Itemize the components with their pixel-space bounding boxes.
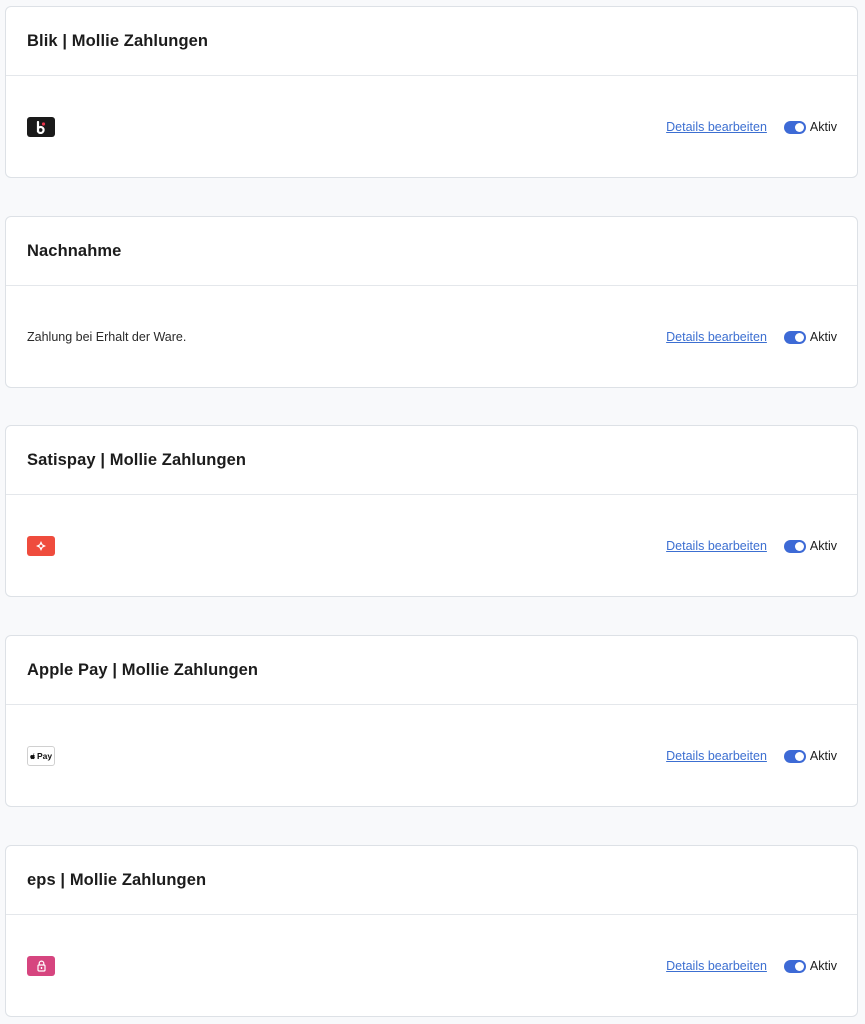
toggle-knob — [794, 961, 804, 971]
card-header: Satispay | Mollie Zahlungen — [6, 426, 857, 495]
card-header: Apple Pay | Mollie Zahlungen — [6, 636, 857, 705]
payment-method-title: eps | Mollie Zahlungen — [27, 870, 207, 889]
active-toggle[interactable] — [783, 749, 806, 763]
toggle-knob — [794, 122, 804, 132]
apple-icon — [30, 752, 35, 759]
apple-pay-logo-text: Pay — [36, 751, 53, 761]
edit-details-link[interactable]: Details bearbeiten — [666, 749, 767, 763]
card-header: eps | Mollie Zahlungen — [6, 846, 857, 915]
payment-method-title: Nachnahme — [27, 241, 122, 260]
payment-method-card-nachnahme: Nachnahme Zahlung bei Erhalt der Ware. D… — [5, 216, 858, 388]
active-toggle[interactable] — [783, 959, 806, 973]
edit-details-link[interactable]: Details bearbeiten — [666, 959, 767, 973]
payment-method-card-satispay: Satispay | Mollie Zahlungen Details bear… — [5, 425, 858, 597]
active-toggle-label: Aktiv — [809, 959, 837, 973]
card-header: Nachnahme — [6, 217, 857, 286]
card-body: Zahlung bei Erhalt der Ware. Details bea… — [6, 286, 857, 388]
active-toggle-label: Aktiv — [809, 539, 837, 553]
active-toggle-label: Aktiv — [809, 120, 837, 134]
payment-method-title: Blik | Mollie Zahlungen — [27, 31, 209, 50]
blik-logo-icon — [27, 117, 55, 137]
payment-method-card-blik: Blik | Mollie Zahlungen Details bearbeit… — [5, 6, 858, 178]
payment-method-description: Zahlung bei Erhalt der Ware. — [27, 330, 187, 344]
active-toggle[interactable] — [783, 330, 806, 344]
toggle-knob — [794, 541, 804, 551]
edit-details-link[interactable]: Details bearbeiten — [666, 120, 767, 134]
toggle-knob — [794, 751, 804, 761]
eps-logo-icon — [27, 956, 55, 976]
payment-method-card-apple-pay: Apple Pay | Mollie Zahlungen Pay Details… — [5, 635, 858, 807]
card-body: Details bearbeiten Aktiv — [6, 915, 857, 1017]
card-body: Details bearbeiten Aktiv — [6, 76, 857, 178]
edit-details-link[interactable]: Details bearbeiten — [666, 330, 767, 344]
card-header: Blik | Mollie Zahlungen — [6, 7, 857, 76]
active-toggle-label: Aktiv — [809, 330, 837, 344]
edit-details-link[interactable]: Details bearbeiten — [666, 539, 767, 553]
active-toggle[interactable] — [783, 120, 806, 134]
card-body: Pay Details bearbeiten Aktiv — [6, 705, 857, 807]
payment-method-title: Satispay | Mollie Zahlungen — [27, 450, 247, 469]
satispay-logo-icon — [27, 536, 55, 556]
payment-method-card-eps: eps | Mollie Zahlungen Details bearbeite… — [5, 845, 858, 1017]
payment-method-title: Apple Pay | Mollie Zahlungen — [27, 660, 259, 679]
toggle-knob — [794, 332, 804, 342]
card-body: Details bearbeiten Aktiv — [6, 495, 857, 597]
apple-pay-logo-icon: Pay — [27, 746, 55, 766]
active-toggle-label: Aktiv — [809, 749, 837, 763]
active-toggle[interactable] — [783, 539, 806, 553]
